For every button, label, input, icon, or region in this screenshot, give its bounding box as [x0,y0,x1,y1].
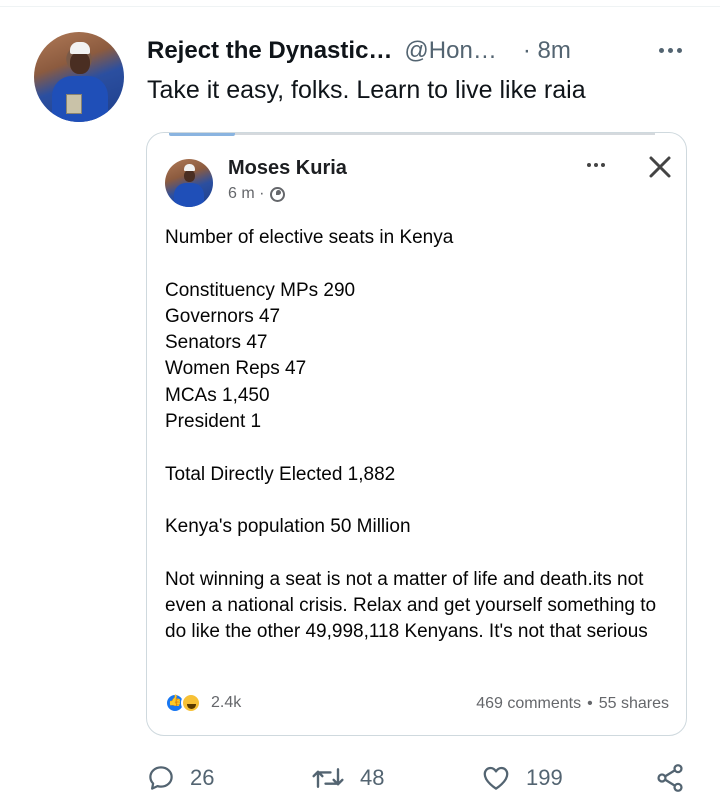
haha-reaction-icon [181,693,201,713]
embedded-screenshot[interactable]: Moses Kuria 6 m · Number of elective sea… [146,132,687,736]
fb-stats-separator: • [587,695,593,712]
fb-post-line: President 1 [165,411,262,433]
author-handle[interactable]: @Hon… [404,37,496,65]
fb-author-avatar [165,159,213,207]
fb-post-line [165,435,675,461]
fb-post-line: Women Reps 47 [165,358,307,380]
close-icon [649,156,671,178]
fb-post-line [165,251,675,277]
fb-shares-count: 55 shares [598,695,669,712]
fb-post-line: Kenya's population 50 Million [165,516,411,538]
reply-count: 26 [190,765,215,790]
share-icon [657,764,683,792]
retweet-icon [312,768,344,788]
fb-post-line: Senators 47 [165,332,268,354]
fb-post-line: Constituency MPs 290 [165,279,356,301]
media-progress-tab [169,133,235,136]
reply-button[interactable]: 26 [146,758,214,798]
fb-reactions: 2.4k [165,693,241,713]
more-options-icon[interactable] [652,36,688,64]
like-button[interactable]: 199 [480,758,563,798]
share-button[interactable] [654,758,686,798]
fb-post-line [165,541,675,567]
fb-post-line: MCAs 1,450 [165,384,270,406]
fb-post-line: Governors 47 [165,305,281,327]
fb-post-paragraph: Not winning a seat is not a matter of li… [165,568,657,643]
heart-icon [483,766,509,790]
fb-more-icon [587,157,611,173]
fb-post-line [165,488,675,514]
fb-post-meta: 6 m · [228,185,286,203]
reply-icon [149,766,173,790]
fb-post-time: 6 m · [228,185,265,202]
fb-author-name: Moses Kuria [228,157,347,179]
tweet-text: Take it easy, folks. Learn to live like … [147,76,586,104]
retweet-button[interactable]: 48 [310,758,384,798]
fb-engagement-stats: 469 comments • 55 shares [476,695,669,713]
tweet-timestamp[interactable]: · 8m [523,37,571,65]
fb-comments-count: 469 comments [476,695,582,712]
fb-reactions-count: 2.4k [211,694,242,711]
retweet-count: 48 [360,765,385,790]
like-count: 199 [526,765,563,790]
media-top-edge [235,133,655,135]
fb-post-body: Number of elective seats in Kenya Consti… [165,225,675,646]
fb-post-line: Total Directly Elected 1,882 [165,463,396,485]
top-divider [0,6,720,7]
fb-post-line: Number of elective seats in Kenya [165,227,454,248]
tweet-header: Reject the Dynastic… @Hon… · 8m [147,34,571,68]
author-display-name[interactable]: Reject the Dynastic… [147,37,392,65]
globe-icon [270,186,286,202]
author-avatar[interactable] [34,32,124,122]
